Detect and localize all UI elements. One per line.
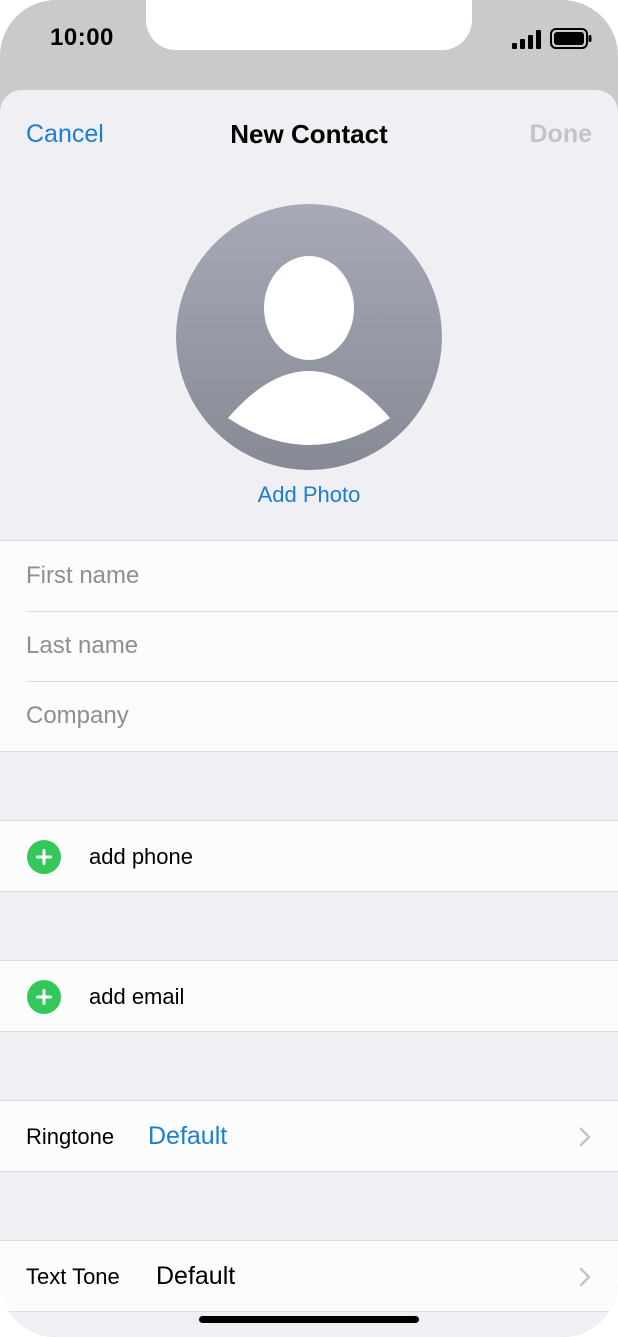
new-contact-sheet: Cancel New Contact Done Add Photo First … xyxy=(0,90,618,1337)
battery-full-icon xyxy=(550,28,592,49)
company-field[interactable] xyxy=(26,681,586,751)
signal-bars-icon xyxy=(512,30,541,49)
text-tone-row[interactable]: Text Tone Default xyxy=(0,1241,618,1311)
text-tone-label: Text Tone xyxy=(26,1264,120,1289)
last-name-row xyxy=(0,611,618,681)
name-fields-group xyxy=(0,540,618,752)
ringtone-row[interactable]: Ringtone Default xyxy=(0,1101,618,1171)
ringtone-group: Ringtone Default xyxy=(0,1100,618,1172)
text-tone-group: Text Tone Default xyxy=(0,1240,618,1312)
ringtone-value: Default xyxy=(148,1122,228,1150)
done-button[interactable]: Done xyxy=(530,120,593,149)
first-name-field[interactable] xyxy=(26,541,586,611)
status-bar: 10:00 xyxy=(0,0,618,88)
plus-circle-icon xyxy=(27,840,61,874)
add-phone-group: add phone xyxy=(0,820,618,892)
text-tone-value: Default xyxy=(156,1262,236,1290)
avatar[interactable] xyxy=(176,204,442,470)
first-name-row xyxy=(0,541,618,611)
add-phone-label: add phone xyxy=(89,844,193,869)
add-phone-button[interactable]: add phone xyxy=(0,821,618,891)
phone-frame: 10:00 Cancel New Contact Done Add Photo … xyxy=(0,0,618,1337)
status-time: 10:00 xyxy=(50,24,114,51)
person-silhouette-icon xyxy=(176,204,442,470)
home-indicator xyxy=(199,1316,419,1323)
chevron-right-icon xyxy=(579,1127,591,1147)
notch xyxy=(146,0,472,50)
add-email-group: add email xyxy=(0,960,618,1032)
last-name-field[interactable] xyxy=(26,611,586,681)
add-email-button[interactable]: add email xyxy=(0,961,618,1031)
chevron-right-icon xyxy=(579,1267,591,1287)
plus-circle-icon xyxy=(27,980,61,1014)
add-email-label: add email xyxy=(89,984,185,1009)
company-row xyxy=(0,681,618,751)
nav-bar: Cancel New Contact Done xyxy=(0,90,618,180)
ringtone-label: Ringtone xyxy=(26,1124,115,1149)
add-photo-button[interactable]: Add Photo xyxy=(0,482,618,508)
page-title: New Contact xyxy=(230,119,388,149)
